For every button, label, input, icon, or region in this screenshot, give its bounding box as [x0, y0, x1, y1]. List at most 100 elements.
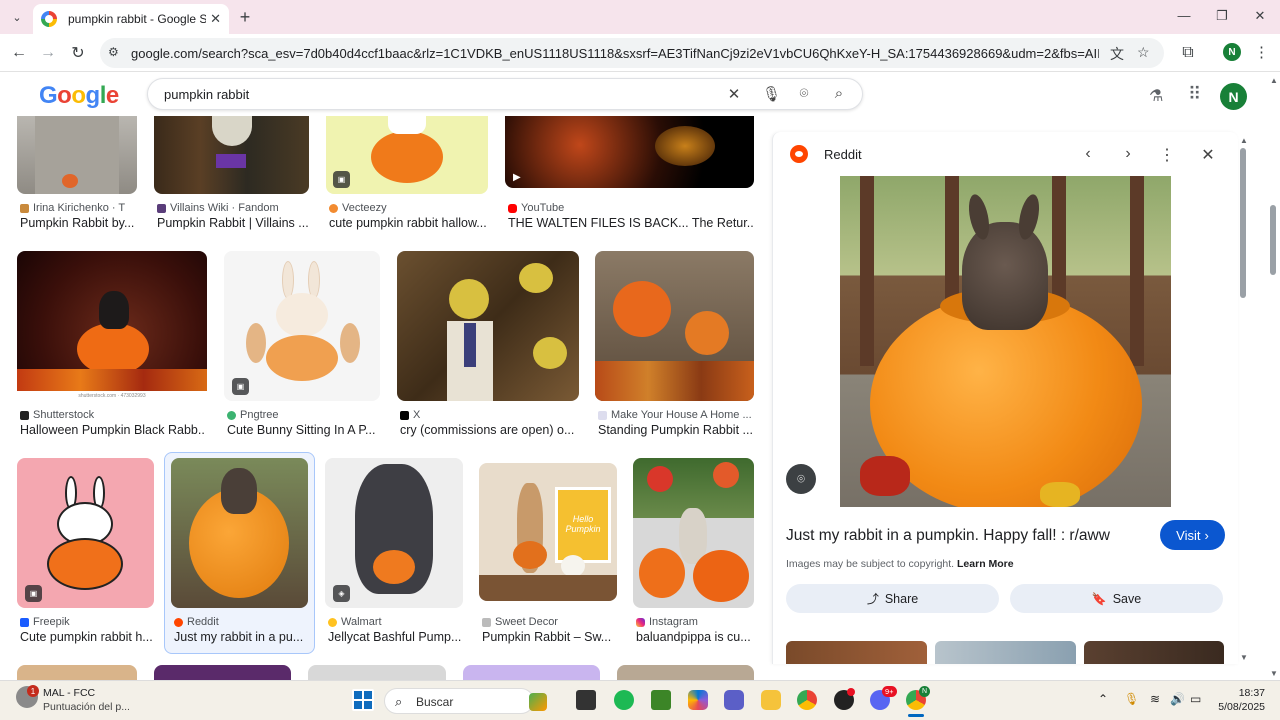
minecraft-icon[interactable]	[651, 690, 671, 710]
mic-icon[interactable]: 🎙	[1124, 692, 1139, 706]
mic-icon[interactable]: 🎙	[762, 85, 781, 103]
clock-date[interactable]: 5/08/2025	[1210, 701, 1265, 713]
teams-icon[interactable]	[724, 690, 744, 710]
widget-subtitle[interactable]: Puntuación del p...	[43, 701, 130, 713]
taskbar-search[interactable]: ⌕ Buscar	[384, 688, 547, 714]
result-image[interactable]	[595, 251, 754, 401]
spotify-icon[interactable]	[614, 690, 634, 710]
start-button[interactable]	[352, 689, 374, 711]
result-image[interactable]	[617, 665, 754, 680]
wifi-icon[interactable]: ≋	[1150, 692, 1160, 706]
task-view-icon[interactable]	[576, 690, 596, 710]
visit-button[interactable]: Visit ›	[1160, 520, 1225, 550]
search-input[interactable]: pumpkin rabbit	[164, 87, 249, 102]
preview-image[interactable]	[840, 176, 1171, 507]
result-image[interactable]	[154, 665, 291, 680]
url-text[interactable]: google.com/search?sca_esv=7d0b40d4ccf1ba…	[131, 46, 1099, 61]
result-source[interactable]: YouTube	[508, 202, 564, 214]
battery-icon[interactable]: ▭	[1190, 692, 1201, 706]
close-window-button[interactable]: ✕	[1250, 8, 1270, 24]
tab-google-search[interactable]: pumpkin rabbit - Google Search ✕	[33, 4, 229, 34]
result-image[interactable]: ▶	[505, 116, 754, 188]
result-source[interactable]: Pngtree	[227, 409, 279, 421]
result-source[interactable]: Irina Kirichenko · T	[20, 202, 125, 214]
result-image[interactable]: shutterstock.com · 473032993	[17, 251, 207, 401]
copilot-icon[interactable]	[688, 690, 708, 710]
result-source[interactable]: Vecteezy	[329, 202, 387, 214]
lens-search-button[interactable]: ⌾	[786, 464, 816, 494]
forward-button[interactable]: →	[38, 43, 58, 63]
result-caption[interactable]: Pumpkin Rabbit by...	[20, 216, 138, 230]
result-image[interactable]	[17, 116, 137, 194]
result-source[interactable]: Freepik	[20, 616, 70, 628]
lens-icon[interactable]: ⌾	[795, 85, 813, 102]
close-panel-icon[interactable]: ✕	[1198, 145, 1218, 165]
apps-grid-icon[interactable]: ⠿	[1188, 84, 1201, 105]
result-image[interactable]: ▣	[17, 458, 154, 608]
bookmark-star-icon[interactable]: ☆	[1137, 44, 1150, 61]
related-image[interactable]	[935, 641, 1076, 664]
save-button[interactable]: 🔖 Save	[1010, 584, 1223, 613]
result-image[interactable]: ▣	[224, 251, 380, 401]
result-image[interactable]	[397, 251, 579, 401]
result-image[interactable]	[154, 116, 309, 194]
related-image[interactable]	[1084, 641, 1224, 664]
panel-site-name[interactable]: Reddit	[824, 147, 862, 162]
scroll-down-icon[interactable]: ▼	[1270, 669, 1278, 678]
back-button[interactable]: ←	[9, 43, 29, 63]
labs-flask-icon[interactable]: ⚗	[1149, 86, 1163, 106]
result-source[interactable]: Make Your House A Home ...	[598, 409, 752, 421]
extensions-icon[interactable]: ⧉	[1178, 43, 1198, 63]
result-caption[interactable]: Jellycat Bashful Pump...	[328, 630, 462, 644]
chrome-icon[interactable]	[797, 690, 817, 710]
clear-icon[interactable]: ✕	[725, 85, 743, 103]
result-caption[interactable]: THE WALTEN FILES IS BACK... The Retur...	[508, 216, 754, 230]
result-image[interactable]: ▣	[326, 116, 488, 194]
search-icon[interactable]: ⌕	[830, 85, 848, 102]
close-tab-icon[interactable]: ✕	[210, 11, 221, 27]
result-image[interactable]	[308, 665, 446, 680]
result-caption[interactable]: cute pumpkin rabbit hallow...	[329, 216, 487, 230]
panel-title[interactable]: Just my rabbit in a pumpkin. Happy fall!…	[786, 527, 1110, 545]
file-explorer-icon[interactable]	[761, 690, 781, 710]
previous-image-icon[interactable]: ‹	[1078, 145, 1098, 163]
new-tab-button[interactable]: +	[236, 7, 254, 27]
result-image[interactable]	[171, 458, 308, 608]
page-scrollbar[interactable]	[1270, 205, 1276, 275]
chrome-menu-icon[interactable]: ⋮	[1254, 43, 1269, 61]
panel-scrollbar[interactable]	[1240, 148, 1246, 298]
result-source[interactable]: Villains Wiki · Fandom	[157, 202, 279, 214]
account-avatar[interactable]: N	[1220, 83, 1247, 110]
result-source[interactable]: Sweet Decor	[482, 616, 558, 628]
result-source[interactable]: Walmart	[328, 616, 382, 628]
result-caption[interactable]: Standing Pumpkin Rabbit ...	[598, 423, 753, 437]
result-source[interactable]: X	[400, 409, 420, 421]
result-image[interactable]	[463, 665, 600, 680]
more-options-icon[interactable]: ⋮	[1157, 145, 1177, 165]
share-button[interactable]: ⤴ Share	[786, 584, 999, 613]
result-caption[interactable]: Halloween Pumpkin Black Rabb...	[20, 423, 206, 437]
scroll-up-icon[interactable]: ▲	[1240, 136, 1248, 145]
result-caption[interactable]: cry (commissions are open) o...	[400, 423, 578, 437]
google-logo[interactable]: Google	[39, 82, 119, 110]
site-info-icon[interactable]: ⚙	[108, 45, 124, 61]
volume-icon[interactable]: 🔊	[1170, 692, 1185, 706]
result-caption[interactable]: Pumpkin Rabbit – Sw...	[482, 630, 616, 644]
clock-time[interactable]: 18:37	[1221, 687, 1265, 699]
result-source[interactable]: Shutterstock	[20, 409, 94, 421]
result-image[interactable]: ◈	[325, 458, 463, 608]
next-image-icon[interactable]: ›	[1118, 145, 1138, 163]
scroll-up-icon[interactable]: ▲	[1270, 76, 1278, 85]
tab-search-button[interactable]: ⌄	[6, 6, 28, 28]
result-source[interactable]: Reddit	[174, 616, 219, 628]
result-caption[interactable]: Cute pumpkin rabbit h...	[20, 630, 153, 644]
minimize-button[interactable]: —	[1174, 8, 1194, 23]
profile-avatar-small[interactable]: N	[1223, 43, 1241, 61]
result-image[interactable]	[633, 458, 754, 608]
maximize-button[interactable]: ❐	[1212, 8, 1232, 24]
learn-more-link[interactable]: Learn More	[957, 558, 1014, 570]
translate-icon[interactable]: 文	[1110, 44, 1124, 64]
address-bar[interactable]: ⚙ google.com/search?sca_esv=7d0b40d4ccf1…	[100, 38, 1164, 68]
result-caption[interactable]: Pumpkin Rabbit | Villains ...	[157, 216, 309, 230]
result-source[interactable]: Instagram	[636, 616, 698, 628]
